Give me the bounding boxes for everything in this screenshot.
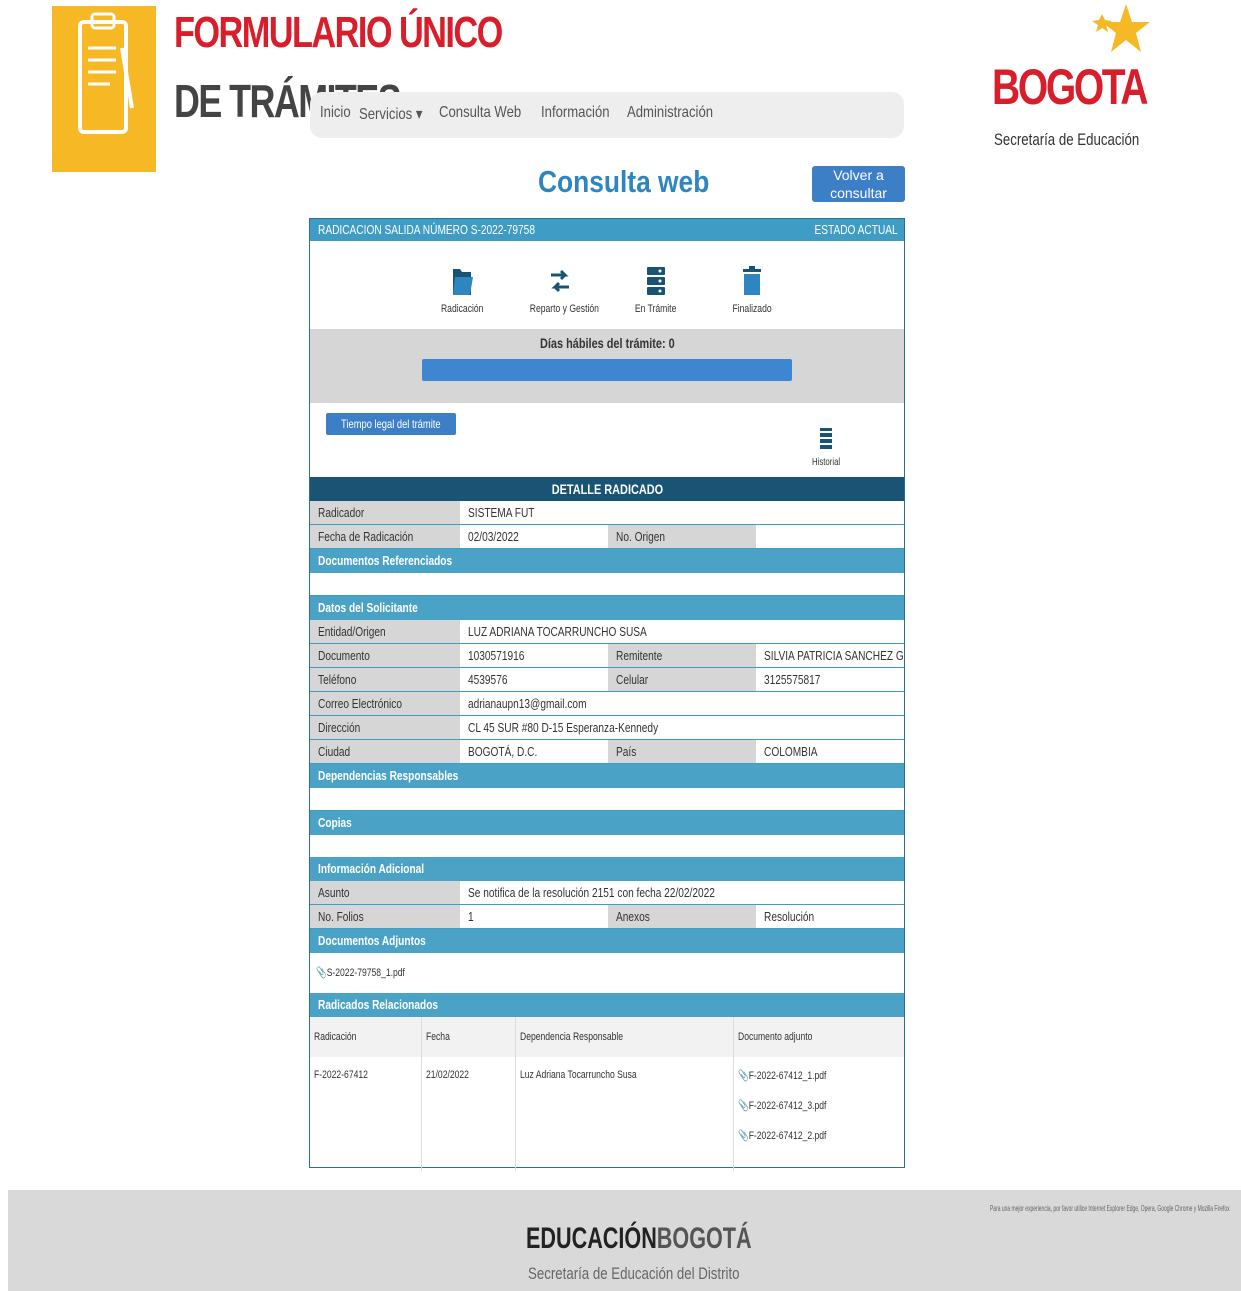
step-radicacion: Radicación (422, 265, 502, 315)
row-telefono: Teléfono 4539576 Celular 3125575817 (310, 668, 904, 692)
calendar-list-icon (820, 428, 832, 449)
section-dependencias: Dependencias Responsables (310, 764, 904, 788)
section-info-adicional: Información Adicional (310, 857, 904, 881)
dias-habiles-label: Días hábiles del trámite: 0 (539, 335, 675, 351)
row-correo: Correo Electrónico adrianaupn13@gmail.co… (310, 692, 904, 716)
folder-icon (453, 269, 473, 295)
clipboard-icon (78, 12, 134, 134)
paperclip-icon: 📎 (738, 1070, 749, 1082)
dependencias-body (310, 788, 904, 811)
relacionados-table: Radicación Fecha Dependencia Responsable… (310, 1017, 904, 1171)
tiempo-legal-button[interactable]: Tiempo legal del trámite (326, 413, 456, 435)
col-dependencia: Dependencia Responsable (515, 1017, 734, 1057)
consulta-panel: RADICACION SALIDA NÚMERO S-2022-79758 ES… (309, 218, 905, 1171)
copias-body (310, 835, 904, 858)
step-en-tramite: En Trámite (616, 265, 696, 315)
nav-informacion[interactable]: Información (541, 104, 610, 124)
status-bar: RADICACION SALIDA NÚMERO S-2022-79758 ES… (310, 219, 904, 241)
docs-adjuntos-body: 📎S-2022-79758_1.pdf (310, 953, 904, 993)
row-entidad: Entidad/Origen LUZ ADRIANA TOCARRUNCHO S… (310, 620, 904, 644)
row-ciudad: Ciudad BOGOTÁ, D.C. País COLOMBIA (310, 740, 904, 764)
file-link[interactable]: 📎F-2022-67412_2.pdf (738, 1129, 864, 1142)
dias-habiles-box: Días hábiles del trámite: 0 (310, 329, 904, 403)
paperclip-icon: 📎 (738, 1130, 749, 1142)
nav-consulta-web[interactable]: Consulta Web (439, 104, 521, 124)
bogota-wordmark: BOGOTA (992, 59, 1149, 115)
page-title: Consulta web (538, 164, 710, 199)
footer-subtitle: Secretaría de Educación del Distrito (528, 1264, 740, 1283)
row-fecha: Fecha de Radicación 02/03/2022 No. Orige… (310, 525, 904, 549)
section-docs-referenciados: Documentos Referenciados (310, 549, 904, 573)
paperclip-icon: 📎 (316, 967, 327, 979)
footer-brand: EDUCACIÓNBOGOTÁ (526, 1222, 752, 1255)
server-icon (647, 267, 665, 295)
section-docs-adjuntos: Documentos Adjuntos (310, 929, 904, 953)
file-link[interactable]: 📎F-2022-67412_1.pdf (738, 1069, 864, 1082)
estado-actual-label: ESTADO ACTUAL (814, 222, 898, 237)
adjunto-link[interactable]: 📎S-2022-79758_1.pdf (316, 953, 405, 993)
nav-administracion[interactable]: Administración (627, 104, 713, 124)
col-radicacion: Radicación (310, 1017, 422, 1057)
col-documento: Documento adjunto (733, 1017, 904, 1057)
step-finalizado: Finalizado (712, 265, 792, 315)
browser-note: Para una mejor experiencia, por favor ut… (990, 1204, 1230, 1213)
section-relacionados: Radicados Relacionados (310, 993, 904, 1017)
paperclip-icon: 📎 (738, 1100, 749, 1112)
section-solicitante: Datos del Solicitante (310, 596, 904, 620)
row-folios: No. Folios 1 Anexos Resolución (310, 905, 904, 929)
row-documento: Documento 1030571916 Remitente SILVIA PA… (310, 644, 904, 668)
trash-icon (743, 266, 761, 295)
nav-servicios[interactable]: Servicios ▾ (359, 104, 422, 124)
nav-inicio[interactable]: Inicio (320, 104, 351, 124)
row-radicador: Radicador SISTEMA FUT (310, 501, 904, 525)
historial-link[interactable]: Historial (806, 427, 846, 468)
step-reparto: Reparto y Gestión (520, 265, 600, 315)
row-asunto: Asunto Se notifica de la resolución 2151… (310, 881, 904, 905)
exchange-icon (551, 269, 569, 293)
table-row: F-2022-67412 21/02/2022 Luz Adriana Toca… (310, 1057, 904, 1171)
section-copias: Copias (310, 811, 904, 835)
progress-bar (422, 359, 792, 381)
radicacion-number: RADICACION SALIDA NÚMERO S-2022-79758 (318, 222, 535, 237)
main-nav: Inicio Servicios ▾ Consulta Web Informac… (310, 92, 904, 138)
file-link[interactable]: 📎F-2022-67412_3.pdf (738, 1099, 864, 1112)
detalle-header: DETALLE RADICADO (310, 477, 904, 501)
star-icon (1092, 4, 1150, 52)
docs-referenciados-body (310, 573, 904, 596)
col-fecha: Fecha (421, 1017, 516, 1057)
bogota-subtitle: Secretaría de Educación (994, 130, 1140, 149)
fut-title-line1: FORMULARIO ÚNICO (174, 8, 503, 57)
row-direccion: Dirección CL 45 SUR #80 D-15 Esperanza-K… (310, 716, 904, 740)
volver-button[interactable]: Volver a consultar (812, 166, 905, 202)
fut-logo (52, 6, 156, 172)
